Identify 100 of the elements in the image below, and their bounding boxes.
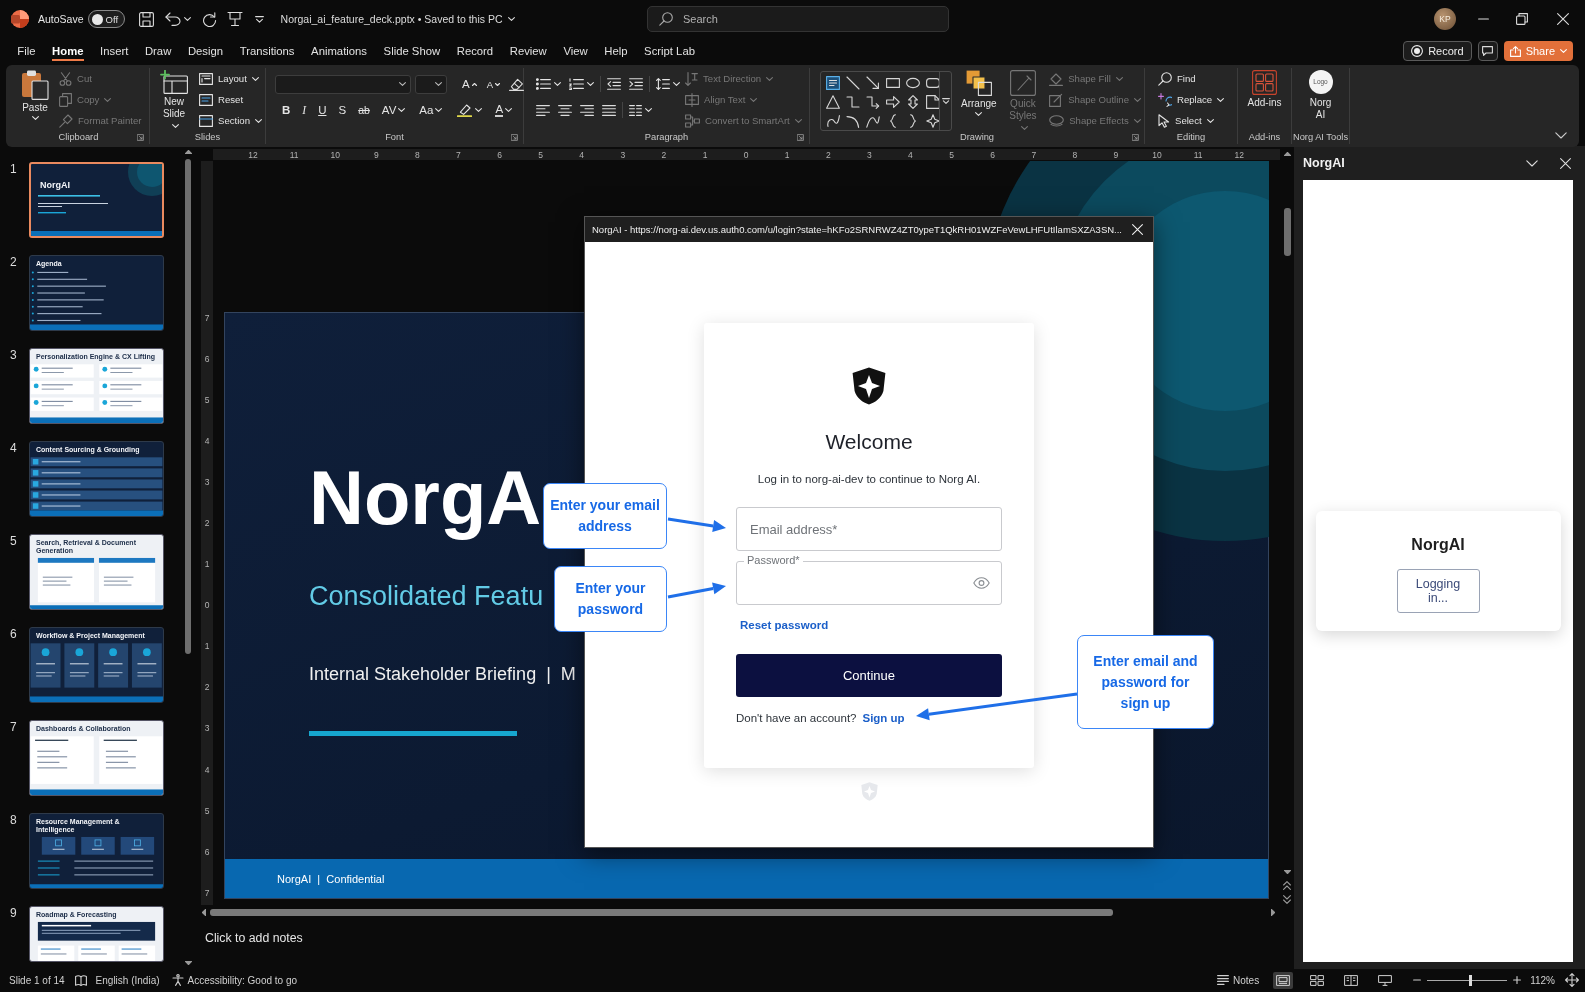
accessibility-status[interactable]: Accessibility: Good to go xyxy=(187,974,298,986)
scroll-down-icon[interactable] xyxy=(1283,870,1291,874)
customize-icon[interactable] xyxy=(254,15,264,23)
find-button[interactable]: Find xyxy=(1155,68,1228,89)
notes-button[interactable]: Notes xyxy=(1217,974,1260,986)
logging-in-button[interactable]: Logging in... xyxy=(1396,569,1480,613)
accessibility-icon[interactable] xyxy=(171,974,184,986)
notes-field[interactable]: Click to add notes xyxy=(205,931,605,945)
numbering-icon[interactable] xyxy=(569,78,584,90)
add-ins-button[interactable]: Add-ins xyxy=(1244,68,1285,109)
section-button[interactable]: Section xyxy=(196,110,265,131)
reset-button[interactable]: Reset xyxy=(196,89,265,110)
menu-tab[interactable]: Script Lab xyxy=(635,38,704,64)
strikethrough-button[interactable]: ab xyxy=(355,100,373,120)
folded-corner-icon[interactable] xyxy=(926,95,940,109)
align-right-icon[interactable] xyxy=(580,104,594,116)
scroll-down-icon[interactable] xyxy=(184,961,192,965)
justify-icon[interactable] xyxy=(602,104,616,116)
fit-to-window-icon[interactable] xyxy=(1565,973,1579,987)
dialog-launcher-icon[interactable] xyxy=(511,133,518,141)
eye-icon[interactable] xyxy=(973,577,990,589)
line-icon[interactable] xyxy=(846,76,860,90)
menu-tab[interactable]: Record xyxy=(448,38,502,64)
comments-button[interactable] xyxy=(1477,41,1498,61)
menu-tab[interactable]: View xyxy=(555,38,596,64)
dialog-launcher-icon[interactable] xyxy=(797,133,804,141)
star-icon[interactable] xyxy=(926,114,940,128)
bullets-icon[interactable] xyxy=(536,78,551,90)
menu-tab[interactable]: Transitions xyxy=(231,38,303,64)
menu-tab[interactable]: Design xyxy=(179,38,232,64)
restore-icon[interactable] xyxy=(1516,13,1528,25)
chevron-down-icon[interactable] xyxy=(1526,159,1538,167)
font-color-button[interactable]: A xyxy=(492,100,516,120)
menu-tab[interactable]: Draw xyxy=(136,38,180,64)
align-left-icon[interactable] xyxy=(536,104,550,116)
document-title[interactable]: Norgai_ai_feature_deck.pptx • Saved to this PC xyxy=(280,13,503,25)
scroll-left-icon[interactable] xyxy=(202,908,206,916)
menu-tab[interactable]: Help xyxy=(595,38,636,64)
italic-button[interactable]: I xyxy=(299,100,310,120)
normal-view-icon[interactable] xyxy=(1273,971,1294,989)
elbow-arrow-icon[interactable] xyxy=(866,95,880,109)
close-icon[interactable] xyxy=(1132,224,1143,235)
continue-button[interactable]: Continue xyxy=(736,654,1002,697)
shrink-font-button[interactable]: A xyxy=(483,74,503,94)
more-shapes-icon[interactable] xyxy=(941,98,950,104)
search-field[interactable]: Search xyxy=(647,6,949,32)
grow-font-button[interactable]: A xyxy=(459,74,480,94)
scroll-right-icon[interactable] xyxy=(1271,908,1275,916)
menu-tab[interactable]: Slide Show xyxy=(375,38,449,64)
rectangle-icon[interactable] xyxy=(886,76,900,90)
slider-thumb[interactable] xyxy=(1468,974,1472,986)
sign-up-link[interactable]: Sign up xyxy=(862,711,905,725)
columns-icon[interactable] xyxy=(629,104,642,116)
arrange-button[interactable]: Arrange xyxy=(958,68,1000,116)
shapes-gallery[interactable] xyxy=(820,71,952,131)
new-slide-button[interactable]: New Slide xyxy=(156,68,192,132)
undo-icon[interactable] xyxy=(164,12,181,26)
up-down-arrow-icon[interactable] xyxy=(906,95,920,109)
text-box-icon[interactable] xyxy=(826,76,840,90)
paste-button[interactable]: Paste xyxy=(18,68,52,120)
decrease-indent-icon[interactable] xyxy=(607,78,621,90)
chevron-down-icon[interactable] xyxy=(1555,132,1567,139)
menu-tab[interactable]: Insert xyxy=(91,38,137,64)
close-icon[interactable] xyxy=(1557,13,1569,25)
shadow-button[interactable]: S xyxy=(335,100,350,120)
book-icon[interactable] xyxy=(74,974,87,986)
elbow-connector-icon[interactable] xyxy=(846,95,860,109)
slide-thumbnail[interactable]: NorgAI xyxy=(29,162,164,238)
dialog-launcher-icon[interactable] xyxy=(1132,133,1139,141)
curve-icon[interactable] xyxy=(866,114,880,128)
reset-password-link[interactable]: Reset password xyxy=(740,618,829,632)
close-icon[interactable] xyxy=(1560,157,1571,169)
autosave-toggle[interactable]: Off xyxy=(87,10,125,28)
block-arrow-icon[interactable] xyxy=(886,95,900,109)
next-slide-icon[interactable] xyxy=(1283,895,1291,904)
font-name-field[interactable] xyxy=(275,74,411,94)
change-case-button[interactable]: Aa xyxy=(416,100,446,120)
language-status[interactable]: English (India) xyxy=(95,974,160,986)
dialog-launcher-icon[interactable] xyxy=(137,133,144,141)
menu-tab[interactable]: Animations xyxy=(302,38,376,64)
line-spacing-icon[interactable] xyxy=(656,78,670,90)
rounded-rectangle-icon[interactable] xyxy=(926,76,940,90)
select-button[interactable]: Select xyxy=(1155,110,1228,131)
triangle-icon[interactable] xyxy=(826,95,840,109)
previous-slide-icon[interactable] xyxy=(1283,881,1291,890)
font-size-field[interactable] xyxy=(415,74,447,94)
redo-icon[interactable] xyxy=(201,11,217,27)
easel-icon[interactable] xyxy=(226,11,243,27)
zoom-in-icon[interactable] xyxy=(1513,976,1522,984)
zoom-level[interactable]: 112% xyxy=(1530,974,1555,986)
freeform-icon[interactable] xyxy=(826,114,840,128)
layout-button[interactable]: Layout xyxy=(196,68,265,89)
save-icon[interactable] xyxy=(138,11,154,27)
increase-indent-icon[interactable] xyxy=(629,78,643,90)
eraser-icon[interactable] xyxy=(509,77,524,91)
replace-button[interactable]: Replace xyxy=(1155,89,1228,110)
bold-button[interactable]: B xyxy=(279,100,294,120)
character-spacing-button[interactable]: AV xyxy=(378,100,409,120)
record-button[interactable]: Record xyxy=(1403,41,1472,61)
align-center-icon[interactable] xyxy=(558,104,572,116)
